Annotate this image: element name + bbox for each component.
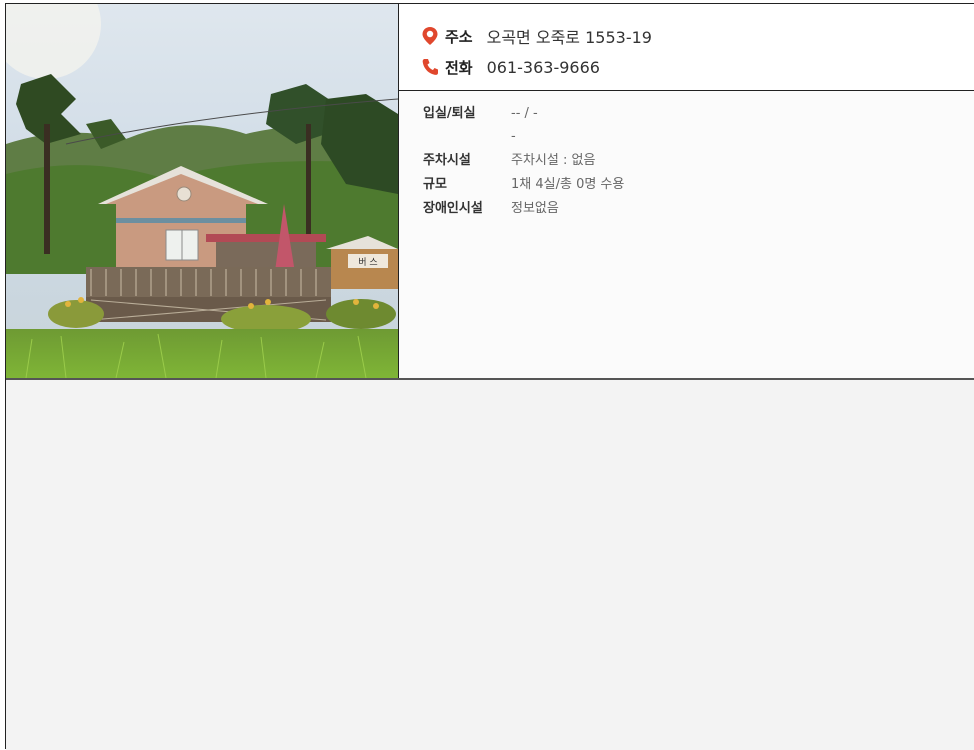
map-pin-icon [421,26,439,46]
phone-value[interactable]: 061-363-9666 [487,58,600,77]
checkin-label: 입실/퇴실 [423,106,476,121]
scale-label: 규모 [423,177,447,192]
scale-value: 1채 4실/총 0명 수용 [511,177,625,192]
accessibility-value: 정보없음 [511,201,559,216]
parking-label: 주차시설 [423,153,471,168]
accommodation-photo: 버 스 [6,4,398,378]
checkin-extra-value: - [511,129,516,144]
phone-icon [421,57,439,77]
address-row: 주소 오곡면 오죽로 1553-19 [421,24,652,48]
phone-label: 전화 [445,58,473,77]
contact-section: 주소 오곡면 오죽로 1553-19 전화 061-363-9666 [399,4,974,91]
accommodation-card: 버 스 주소 오곡면 오죽로 1553-19 전화 061-363-9666 입… [5,3,974,750]
checkin-value: -- / - [511,106,538,121]
phone-row: 전화 061-363-9666 [421,55,600,79]
address-label: 주소 [445,27,473,46]
accessibility-label: 장애인시설 [423,201,483,216]
map-area [6,380,974,750]
parking-value: 주차시설 : 없음 [511,153,596,168]
sign-text: 버 스 [358,257,377,268]
address-value: 오곡면 오죽로 1553-19 [486,28,652,47]
details-section: 입실/퇴실 -- / - - 주차시설 주차시설 : 없음 규모 1채 4실/총… [399,91,974,378]
